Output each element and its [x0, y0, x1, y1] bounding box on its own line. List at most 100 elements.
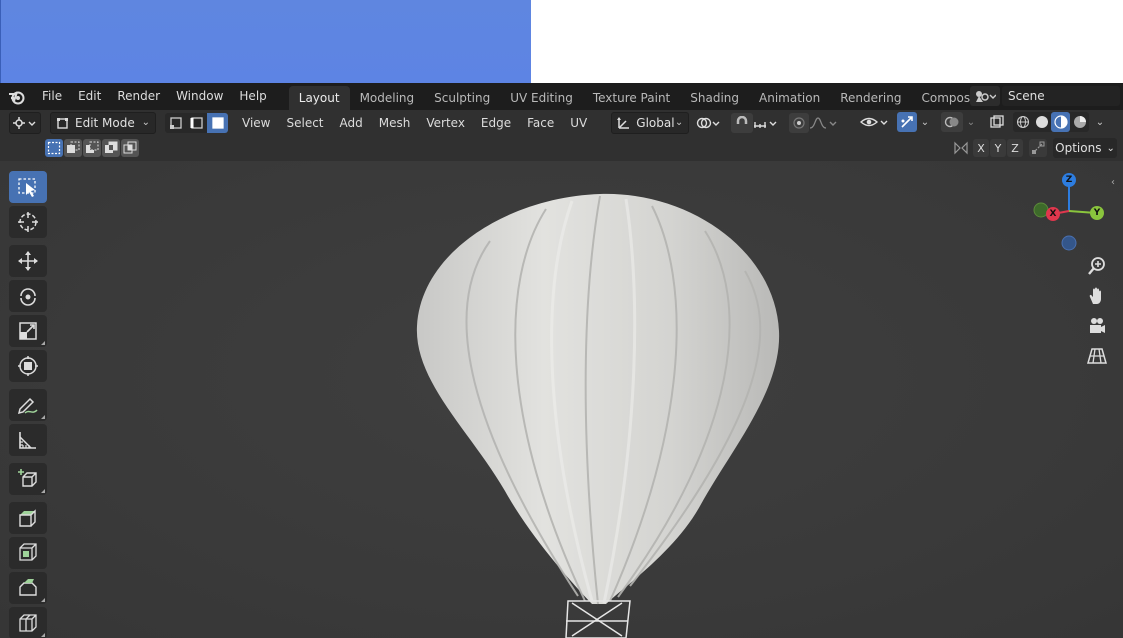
- tab-modeling[interactable]: Modeling: [350, 86, 425, 110]
- menu-edge[interactable]: Edge: [473, 116, 519, 130]
- blender-logo-icon[interactable]: [0, 89, 34, 105]
- mirror-axes-group: X Y Z: [953, 139, 1047, 157]
- 3d-viewport[interactable]: Z Y X ‹: [0, 161, 1123, 638]
- menu-select[interactable]: Select: [278, 116, 331, 130]
- select-subtract-icon: [86, 141, 99, 153]
- face-select-icon: [211, 116, 224, 129]
- menu-mesh[interactable]: Mesh: [371, 116, 419, 130]
- select-difference-icon: [105, 141, 118, 153]
- orientation-label: Global: [636, 115, 675, 130]
- auto-merge-toggle[interactable]: [1029, 139, 1047, 157]
- overlays-dropdown[interactable]: ⌄: [963, 112, 979, 132]
- vertex-select-button[interactable]: [165, 113, 186, 133]
- tool-rotate[interactable]: [9, 280, 47, 312]
- mirror-y-toggle[interactable]: Y: [990, 139, 1006, 157]
- tool-extrude[interactable]: [9, 502, 47, 534]
- tool-select-box[interactable]: [9, 171, 47, 203]
- shading-mode-group: [1013, 112, 1089, 132]
- rendered-shading-button[interactable]: [1070, 112, 1089, 132]
- menu-window[interactable]: Window: [168, 83, 231, 110]
- snap-toggle[interactable]: [731, 112, 754, 133]
- tool-cursor[interactable]: [9, 206, 47, 238]
- tool-bevel[interactable]: [9, 572, 47, 604]
- select-intersect-button[interactable]: [121, 139, 139, 157]
- snap-increment-icon: [754, 121, 777, 128]
- tab-uv-editing[interactable]: UV Editing: [500, 86, 583, 110]
- select-difference-button[interactable]: [102, 139, 120, 157]
- transform-orientation-dropdown[interactable]: Global ⌄: [611, 111, 690, 134]
- menu-help[interactable]: Help: [231, 83, 274, 110]
- menu-view[interactable]: View: [234, 116, 278, 130]
- pivot-icon: [697, 117, 720, 128]
- tool-annotate[interactable]: [9, 389, 47, 421]
- solid-shading-button[interactable]: [1032, 112, 1051, 132]
- gizmo-y-axis[interactable]: Y: [1090, 206, 1104, 220]
- toolbar: [9, 171, 49, 638]
- options-label: Options: [1055, 141, 1102, 155]
- sidebar-toggle-icon[interactable]: ‹: [1111, 177, 1115, 188]
- select-extend-button[interactable]: [64, 139, 82, 157]
- options-dropdown[interactable]: Options ⌄: [1053, 138, 1117, 158]
- editor-type-button[interactable]: [9, 111, 41, 134]
- xray-toggle[interactable]: [987, 112, 1007, 132]
- select-subtract-button[interactable]: [83, 139, 101, 157]
- select-new-button[interactable]: [45, 139, 63, 157]
- tool-add-cube[interactable]: [9, 463, 47, 495]
- camera-view-button[interactable]: [1084, 313, 1110, 339]
- tab-sculpting[interactable]: Sculpting: [424, 86, 500, 110]
- auto-merge-icon: [1032, 141, 1045, 154]
- mirror-z-toggle[interactable]: Z: [1007, 139, 1023, 157]
- tool-scale[interactable]: [9, 315, 47, 347]
- tool-move[interactable]: [9, 245, 47, 277]
- gizmo-z-axis[interactable]: Z: [1062, 173, 1076, 187]
- tool-loop-cut[interactable]: [9, 607, 47, 638]
- scene-browse-button[interactable]: [970, 86, 1000, 106]
- pan-button[interactable]: [1084, 283, 1110, 309]
- gizmo-dropdown[interactable]: ⌄: [917, 112, 933, 132]
- wireframe-shading-button[interactable]: [1013, 112, 1032, 132]
- xray-icon: [990, 115, 1004, 128]
- inset-icon: [19, 543, 37, 561]
- tab-texture-paint[interactable]: Texture Paint: [583, 86, 680, 110]
- mode-label: Edit Mode: [75, 115, 135, 130]
- material-sphere-icon: [1053, 115, 1068, 129]
- magnet-icon: [737, 115, 748, 124]
- tab-shading[interactable]: Shading: [680, 86, 749, 110]
- gizmo-x-axis[interactable]: X: [1046, 207, 1060, 221]
- tool-transform[interactable]: [9, 350, 47, 382]
- edge-select-button[interactable]: [186, 113, 207, 133]
- menu-file[interactable]: File: [34, 83, 70, 110]
- tab-animation[interactable]: Animation: [749, 86, 830, 110]
- menu-face[interactable]: Face: [519, 116, 562, 130]
- tool-inset[interactable]: [9, 537, 47, 569]
- snap-target-dropdown[interactable]: [753, 113, 781, 133]
- shading-dropdown[interactable]: ⌄: [1091, 112, 1109, 132]
- editor-type-icon: [13, 116, 36, 129]
- scene-name-field[interactable]: Scene: [1002, 86, 1120, 106]
- gizmo-toggle[interactable]: [897, 112, 917, 132]
- perspective-toggle-button[interactable]: [1084, 343, 1110, 369]
- mode-dropdown[interactable]: Edit Mode ⌄: [50, 111, 156, 134]
- face-select-button[interactable]: [207, 112, 228, 133]
- tool-measure[interactable]: [9, 424, 47, 456]
- material-shading-button[interactable]: [1051, 112, 1070, 132]
- add-cube-icon: [18, 469, 37, 487]
- scale-icon: [19, 322, 37, 340]
- visibility-dropdown[interactable]: [859, 112, 891, 132]
- cursor-icon: [18, 212, 38, 232]
- rotate-icon: [20, 288, 36, 306]
- overlays-toggle[interactable]: [941, 112, 963, 132]
- menu-uv[interactable]: UV: [562, 116, 595, 130]
- tab-rendering[interactable]: Rendering: [830, 86, 911, 110]
- proportional-edit-toggle[interactable]: [789, 112, 810, 133]
- menu-add[interactable]: Add: [332, 116, 371, 130]
- orientation-icon: [617, 116, 630, 129]
- zoom-button[interactable]: [1084, 253, 1110, 279]
- menu-render[interactable]: Render: [109, 83, 168, 110]
- pivot-point-button[interactable]: [695, 113, 723, 133]
- mirror-x-toggle[interactable]: X: [973, 139, 989, 157]
- menu-edit[interactable]: Edit: [70, 83, 109, 110]
- proportional-falloff-dropdown[interactable]: [809, 113, 839, 133]
- tab-layout[interactable]: Layout: [288, 86, 350, 110]
- menu-vertex[interactable]: Vertex: [418, 116, 473, 130]
